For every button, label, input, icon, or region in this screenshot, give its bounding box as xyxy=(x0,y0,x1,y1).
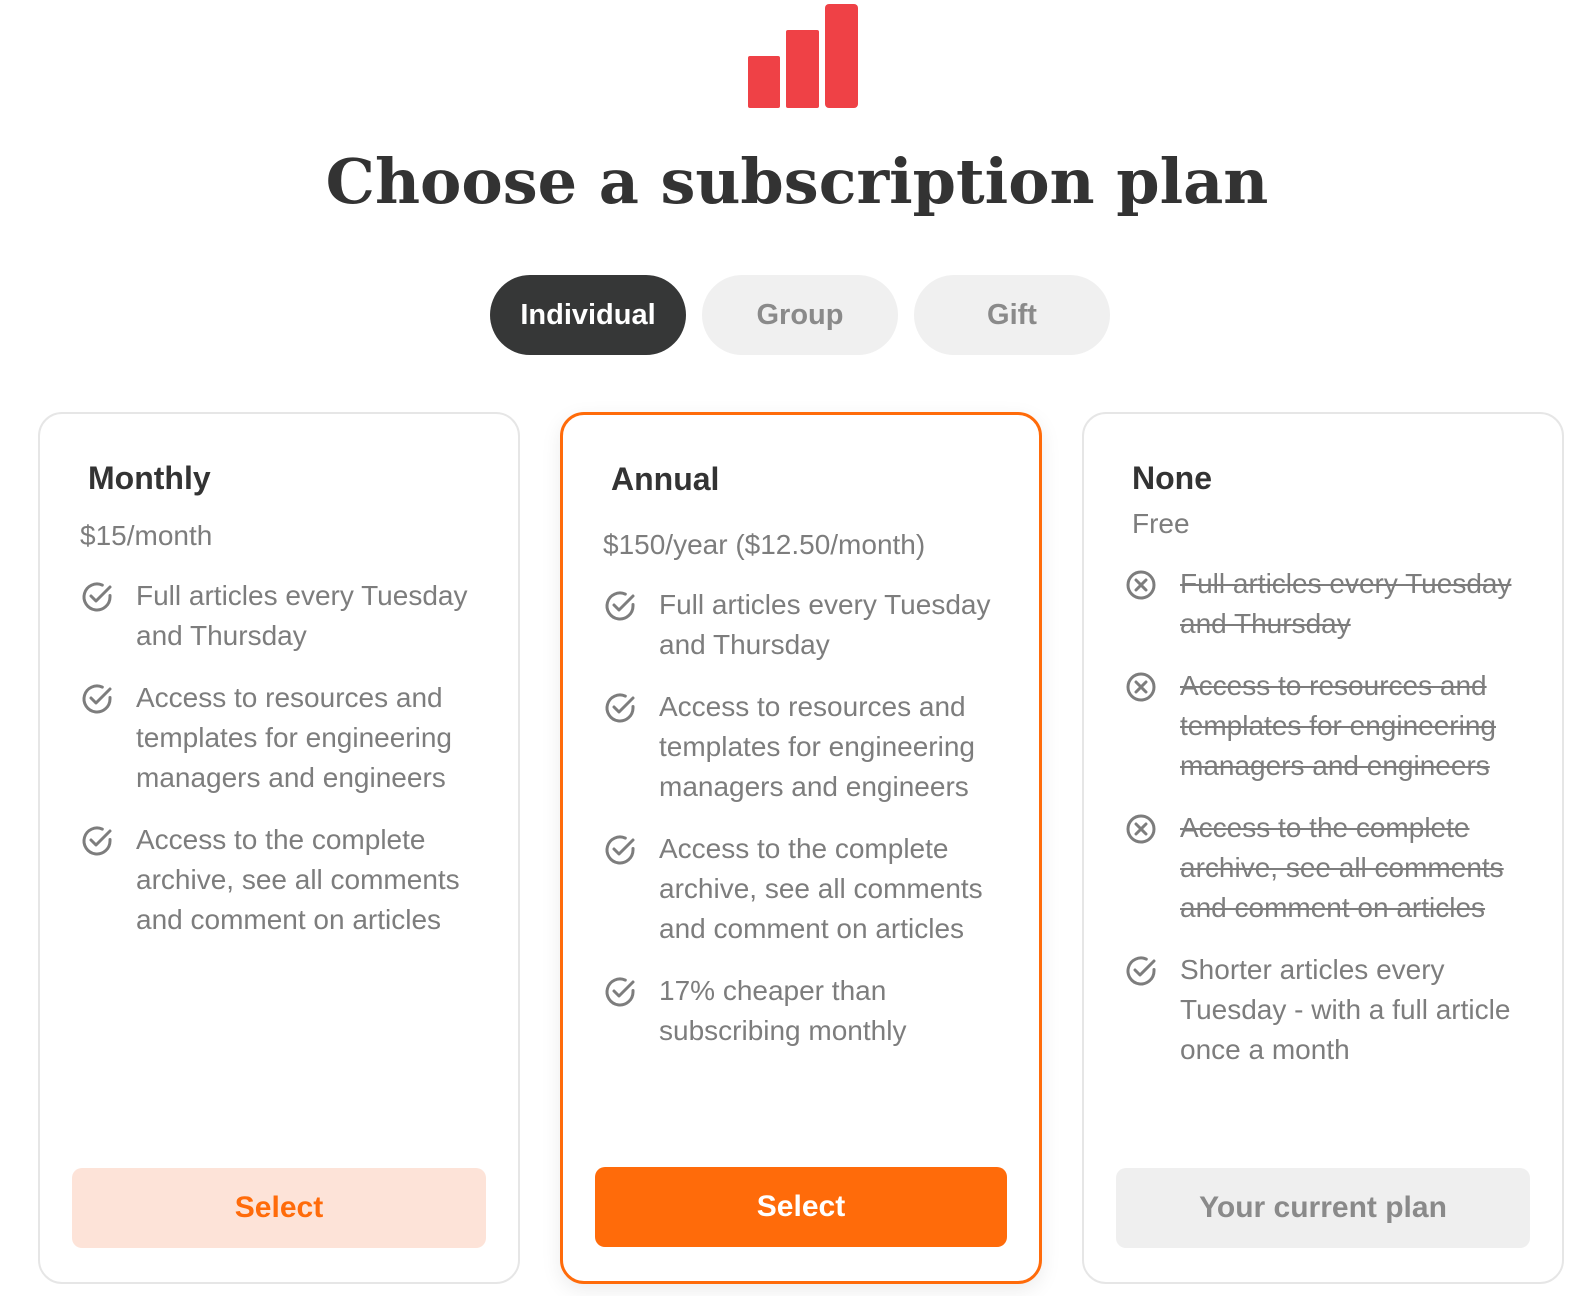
plan-price: $150/year ($12.50/month) xyxy=(603,529,926,560)
x-circle-icon xyxy=(1126,570,1156,600)
plan-type-tabs: Individual Group Gift xyxy=(490,275,1110,355)
feature-item: Full articles every Tuesday and Thursday xyxy=(1124,564,1532,644)
feature-text: Access to resources and templates for en… xyxy=(136,682,452,793)
current-plan-button[interactable]: Your current plan xyxy=(1116,1168,1530,1248)
feature-text: Full articles every Tuesday and Thursday xyxy=(659,589,991,660)
tab-individual[interactable]: Individual xyxy=(490,275,686,355)
feature-text: Shorter articles every Tuesday - with a … xyxy=(1180,954,1511,1065)
feature-list: Full articles every Tuesday and Thursday… xyxy=(603,585,1009,1051)
feature-list: Full articles every Tuesday and Thursday… xyxy=(1124,564,1532,1070)
check-circle-icon xyxy=(82,582,112,612)
feature-item: 17% cheaper than subscribing monthly xyxy=(603,971,1009,1051)
feature-text: Access to resources and templates for en… xyxy=(1180,670,1496,781)
bar-chart-logo-icon xyxy=(748,4,858,108)
feature-item: Access to the complete archive, see all … xyxy=(1124,808,1532,928)
plan-name: Annual xyxy=(611,461,720,497)
feature-item: Access to resources and templates for en… xyxy=(603,687,1009,807)
feature-item: Access to the complete archive, see all … xyxy=(80,820,488,940)
plan-name: Monthly xyxy=(88,460,211,496)
check-circle-icon xyxy=(1126,956,1156,986)
tab-group[interactable]: Group xyxy=(702,275,898,355)
plan-price: Free xyxy=(1132,508,1190,539)
feature-item: Full articles every Tuesday and Thursday xyxy=(80,576,488,656)
feature-item: Shorter articles every Tuesday - with a … xyxy=(1124,950,1532,1070)
check-circle-icon xyxy=(605,693,635,723)
plan-price: $15/month xyxy=(80,520,213,551)
x-circle-icon xyxy=(1126,814,1156,844)
tab-gift[interactable]: Gift xyxy=(914,275,1110,355)
select-annual-button[interactable]: Select xyxy=(595,1167,1007,1247)
check-circle-icon xyxy=(605,977,635,1007)
feature-item: Access to the complete archive, see all … xyxy=(603,829,1009,949)
feature-text: Access to the complete archive, see all … xyxy=(1180,812,1504,923)
feature-text: Access to resources and templates for en… xyxy=(659,691,975,802)
plan-name: None xyxy=(1132,460,1212,496)
feature-item: Access to resources and templates for en… xyxy=(80,678,488,798)
feature-text: Full articles every Tuesday and Thursday xyxy=(1180,568,1512,639)
feature-text: Full articles every Tuesday and Thursday xyxy=(136,580,468,651)
check-circle-icon xyxy=(82,684,112,714)
plan-card-monthly: Monthly $15/month Full articles every Tu… xyxy=(38,412,520,1284)
plan-card-none: None Free Full articles every Tuesday an… xyxy=(1082,412,1564,1284)
check-circle-icon xyxy=(605,835,635,865)
feature-text: 17% cheaper than subscribing monthly xyxy=(659,975,907,1046)
check-circle-icon xyxy=(82,826,112,856)
feature-text: Access to the complete archive, see all … xyxy=(136,824,460,935)
x-circle-icon xyxy=(1126,672,1156,702)
feature-item: Access to resources and templates for en… xyxy=(1124,666,1532,786)
check-circle-icon xyxy=(605,591,635,621)
plan-card-annual: Annual $150/year ($12.50/month) Full art… xyxy=(560,412,1042,1284)
feature-text: Access to the complete archive, see all … xyxy=(659,833,983,944)
feature-list: Full articles every Tuesday and Thursday… xyxy=(80,576,488,940)
page-title: Choose a subscription plan xyxy=(325,145,1269,218)
feature-item: Full articles every Tuesday and Thursday xyxy=(603,585,1009,665)
select-monthly-button[interactable]: Select xyxy=(72,1168,486,1248)
